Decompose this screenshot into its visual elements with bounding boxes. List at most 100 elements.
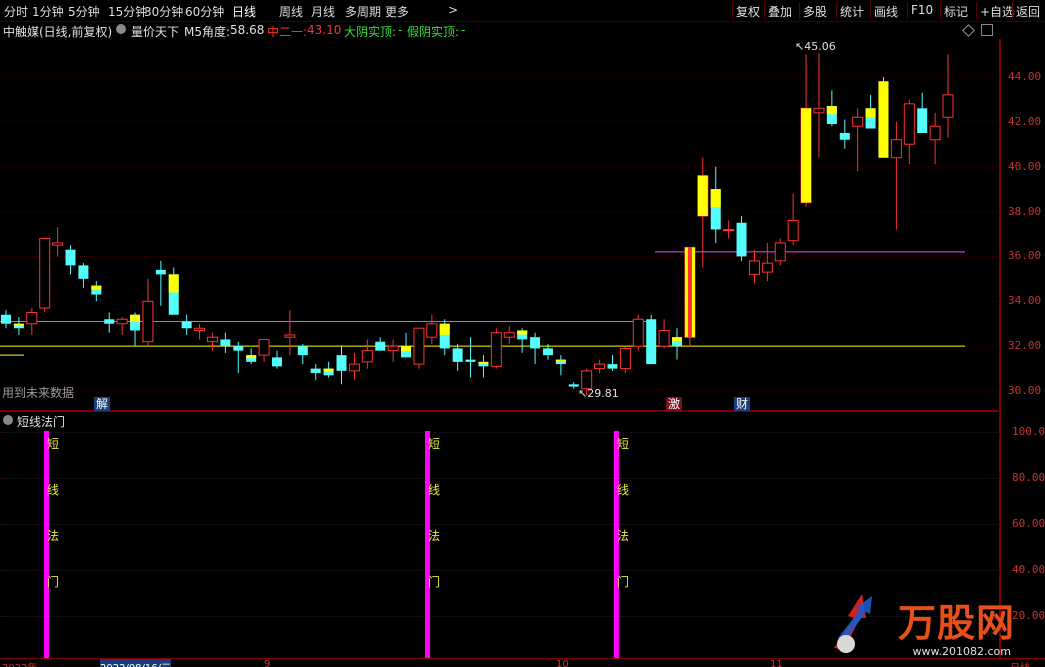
candle[interactable] [194, 323, 206, 340]
candle[interactable] [310, 364, 321, 380]
candle[interactable] [761, 242, 773, 282]
candle[interactable] [839, 119, 850, 149]
candle[interactable] [452, 343, 463, 371]
candle[interactable] [297, 343, 308, 365]
candle[interactable] [490, 328, 502, 369]
candle[interactable] [774, 238, 786, 266]
candle[interactable] [426, 314, 438, 344]
candle[interactable] [361, 339, 373, 369]
tab-period-6[interactable]: 日线 [232, 3, 256, 20]
candle[interactable] [439, 319, 450, 356]
candlestick-chart[interactable] [0, 39, 1000, 411]
indicator-name[interactable]: 量价天下 [131, 23, 179, 40]
candle[interactable] [736, 216, 747, 261]
tab-period-4[interactable]: 30分钟 [144, 3, 183, 20]
candle[interactable] [607, 355, 618, 371]
candle[interactable] [942, 54, 954, 138]
tag-cai[interactable]: 财 [734, 397, 751, 411]
strong-candle[interactable] [697, 175, 708, 217]
candle[interactable] [181, 314, 192, 335]
indicator-title[interactable]: 短线法门 [17, 413, 65, 430]
candle[interactable] [594, 359, 606, 374]
candle[interactable] [116, 317, 128, 335]
candle[interactable] [26, 308, 38, 335]
strong-candle[interactable] [878, 81, 889, 158]
candle[interactable] [271, 350, 282, 369]
panel-toggle-icon[interactable] [981, 24, 993, 36]
candle[interactable] [890, 121, 902, 230]
toolbar-button-5[interactable]: F10 [911, 3, 933, 17]
signal-bar[interactable] [44, 431, 49, 659]
candle[interactable] [852, 108, 864, 172]
tab-period-5[interactable]: 60分钟 [185, 3, 224, 20]
candle[interactable] [13, 317, 24, 335]
candle[interactable] [787, 193, 799, 246]
tab-period-1[interactable]: 1分钟 [32, 3, 64, 20]
toolbar-button-4[interactable]: 画线 [874, 3, 898, 20]
toolbar-button-1[interactable]: 叠加 [768, 3, 792, 20]
candle[interactable] [155, 260, 166, 306]
candle[interactable] [619, 346, 631, 374]
candle[interactable] [465, 337, 476, 378]
candle[interactable] [65, 245, 76, 275]
tag-jie[interactable]: 解 [94, 397, 111, 411]
candle[interactable] [413, 327, 425, 369]
candle[interactable] [1, 310, 11, 329]
toolbar-button-6[interactable]: 标记 [944, 3, 968, 20]
candle[interactable] [517, 328, 528, 353]
candle[interactable] [387, 339, 399, 362]
candle[interactable] [826, 90, 837, 127]
candle[interactable] [91, 281, 102, 302]
candle[interactable] [78, 263, 89, 288]
candle[interactable] [555, 355, 566, 376]
tag-ji[interactable]: 激 [666, 397, 683, 411]
candle[interactable] [142, 278, 154, 347]
candle[interactable] [748, 249, 760, 284]
candle[interactable] [478, 355, 489, 378]
tab-period-3[interactable]: 15分钟 [108, 3, 147, 20]
candle[interactable] [632, 314, 644, 351]
candle[interactable] [658, 319, 670, 349]
candle[interactable] [284, 310, 296, 356]
indicator-menu-icon[interactable] [3, 415, 13, 425]
candle[interactable] [865, 94, 876, 129]
tab-period-8[interactable]: 月线 [311, 3, 335, 20]
candle[interactable] [168, 267, 179, 315]
candle[interactable] [39, 237, 51, 313]
candle[interactable] [348, 352, 360, 380]
candle[interactable] [336, 346, 347, 385]
tab-period-2[interactable]: 5分钟 [68, 3, 100, 20]
toolbar-button-2[interactable]: 多股 [803, 3, 827, 20]
candle[interactable] [220, 332, 231, 353]
chevron-right-icon[interactable]: > [448, 3, 458, 17]
candle[interactable] [130, 312, 141, 347]
candle[interactable] [710, 166, 721, 243]
candle[interactable] [672, 328, 683, 360]
candle[interactable] [646, 314, 657, 365]
indicator-dropdown-icon[interactable] [116, 24, 126, 34]
candle[interactable] [104, 312, 115, 333]
candle[interactable] [323, 361, 334, 378]
candle[interactable] [401, 332, 412, 358]
candle[interactable] [258, 338, 270, 362]
candle[interactable] [723, 220, 735, 239]
candle[interactable] [503, 325, 515, 344]
tab-period-7[interactable]: 周线 [279, 3, 303, 20]
candle[interactable] [206, 332, 218, 351]
tab-period-0[interactable]: 分时 [4, 3, 28, 20]
candle[interactable] [233, 341, 244, 374]
candle[interactable] [929, 112, 941, 165]
candle[interactable] [903, 99, 915, 165]
signal-bar[interactable] [425, 431, 430, 659]
signal-bar[interactable] [614, 431, 619, 659]
toolbar-button-7[interactable]: +自选 [980, 3, 1014, 20]
stock-title[interactable]: 中触媒(日线,前复权) [3, 23, 112, 40]
strong-candle[interactable] [801, 108, 812, 203]
tab-period-9[interactable]: 多周期 [345, 3, 381, 20]
candle[interactable] [246, 348, 257, 365]
toolbar-button-8[interactable]: 返回 [1016, 3, 1040, 20]
candle[interactable] [813, 53, 825, 158]
candle[interactable] [917, 92, 928, 133]
tab-period-10[interactable]: 更多 [385, 3, 409, 20]
toolbar-button-0[interactable]: 复权 [736, 3, 760, 20]
